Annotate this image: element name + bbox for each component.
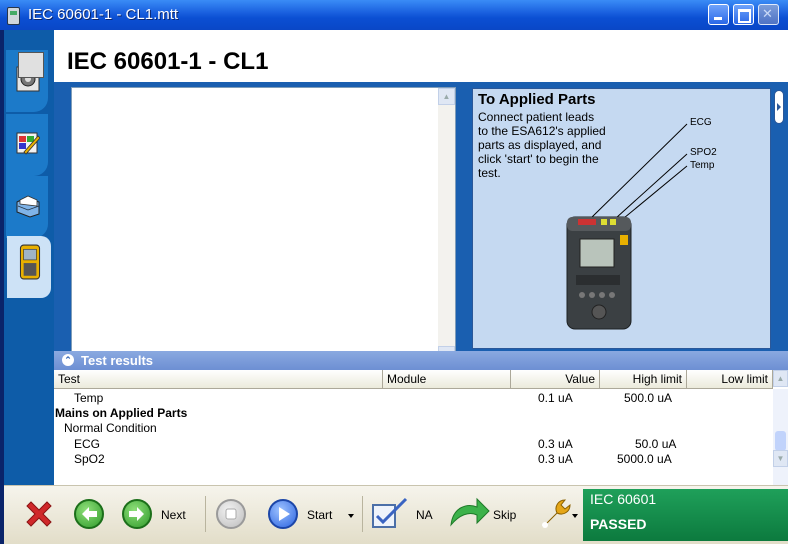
na-checkbox-icon[interactable]: [370, 497, 410, 531]
header: IEC 60601-1 - CL1: [18, 30, 788, 82]
status-standard: IEC 60601: [590, 491, 657, 507]
next-button[interactable]: [122, 499, 152, 529]
instruction-collapse-tab[interactable]: [774, 90, 784, 124]
wrench-dropdown-icon[interactable]: [572, 514, 578, 518]
log-textarea[interactable]: ▲ ▼: [71, 87, 456, 364]
results-scroll-up-button[interactable]: ▲: [773, 370, 788, 387]
client-area: IEC 60601-1 - CL1 ▲ ▼ To Applied Parts C…: [4, 30, 788, 544]
column-module[interactable]: Module: [383, 370, 511, 389]
cell-high-limit: 5000.0 uA: [617, 452, 672, 466]
test-panel: ▲ ▼ To Applied Parts Connect patient lea…: [54, 82, 788, 366]
test-results-panel: ⌃ Test results Test Module Value High li…: [54, 351, 788, 485]
sidebar: [4, 30, 54, 485]
collapse-chevron-icon[interactable]: ⌃: [62, 354, 74, 366]
results-scrollbar[interactable]: ▲ ▼: [773, 370, 788, 485]
log-scrollbar[interactable]: ▲ ▼: [438, 88, 455, 363]
skip-arrow-icon[interactable]: [447, 495, 491, 531]
column-test[interactable]: Test: [54, 370, 383, 389]
results-header[interactable]: ⌃ Test results: [54, 351, 788, 370]
stop-button[interactable]: [216, 499, 246, 529]
play-icon: [279, 507, 290, 521]
cell-value: 0.1 uA: [538, 391, 573, 405]
toolbar-separator: [205, 496, 206, 532]
wrench-icon[interactable]: [537, 495, 573, 531]
cell-test: Normal Condition: [64, 421, 157, 435]
folder-papers-icon: [16, 195, 40, 218]
column-low-limit[interactable]: Low limit: [687, 370, 773, 389]
minimize-button[interactable]: [708, 4, 729, 25]
arrow-right-icon: [129, 507, 144, 521]
instruction-card: To Applied Parts Connect patient leads t…: [472, 88, 771, 349]
skip-label[interactable]: Skip: [493, 508, 516, 522]
next-label[interactable]: Next: [161, 508, 186, 522]
results-scroll-thumb[interactable]: [775, 431, 786, 451]
close-button[interactable]: [758, 4, 779, 25]
toolbar-separator: [362, 496, 363, 532]
sidebar-tab-edit[interactable]: [6, 114, 48, 176]
table-row[interactable]: Normal Condition: [54, 421, 771, 435]
cell-high-limit: 500.0 uA: [624, 391, 673, 405]
window-title: IEC 60601-1 - CL1.mtt: [28, 6, 179, 23]
start-label[interactable]: Start: [307, 508, 332, 522]
results-title: Test results: [81, 353, 154, 368]
device-icon: [19, 244, 41, 280]
app-icon: [7, 7, 20, 25]
status-panel: IEC 60601 PASSED: [583, 489, 788, 541]
edit-pencil-icon: [16, 132, 40, 155]
cell-test: Mains on Applied Parts: [55, 406, 188, 420]
cell-value: 0.3 uA: [538, 452, 573, 466]
cell-high-limit: 50.0 uA: [635, 437, 677, 451]
arrow-left-icon: [82, 507, 97, 521]
table-row[interactable]: Temp 0.1 uA 500.0 uA: [54, 391, 771, 405]
results-scroll-down-button[interactable]: ▼: [773, 450, 788, 467]
scroll-up-button[interactable]: ▲: [438, 88, 455, 105]
table-row[interactable]: SpO2 0.3 uA 5000.0 uA: [54, 452, 771, 466]
table-row[interactable]: ECG 0.3 uA 50.0 uA: [54, 437, 771, 451]
stop-icon: [225, 508, 237, 520]
abort-x-icon[interactable]: [24, 499, 54, 529]
sidebar-tab-device[interactable]: [7, 236, 51, 298]
column-value[interactable]: Value: [511, 370, 600, 389]
start-button[interactable]: [268, 499, 298, 529]
cell-value: 0.3 uA: [538, 437, 573, 451]
status-result: PASSED: [590, 516, 647, 532]
start-dropdown-icon[interactable]: [348, 514, 354, 518]
page-title: IEC 60601-1 - CL1: [67, 48, 269, 75]
cell-test: SpO2: [74, 452, 105, 466]
column-high-limit[interactable]: High limit: [600, 370, 687, 389]
application-window: IEC 60601-1 - CL1.mtt ✕ IEC 60601-1 - CL…: [0, 0, 788, 544]
na-label[interactable]: NA: [416, 508, 433, 522]
back-button[interactable]: [74, 499, 104, 529]
procedure-icon: [18, 52, 44, 78]
cell-test: Temp: [74, 391, 104, 405]
esa612-device-image: [566, 216, 632, 330]
title-bar[interactable]: IEC 60601-1 - CL1.mtt: [0, 0, 788, 30]
toolbar: Next Start NA Skip IEC 60601 PASSED: [4, 485, 788, 544]
sidebar-tab-data[interactable]: [6, 176, 48, 238]
cell-test: ECG: [74, 437, 101, 451]
table-row[interactable]: Mains on Applied Parts: [54, 406, 771, 420]
maximize-button[interactable]: [733, 4, 754, 25]
